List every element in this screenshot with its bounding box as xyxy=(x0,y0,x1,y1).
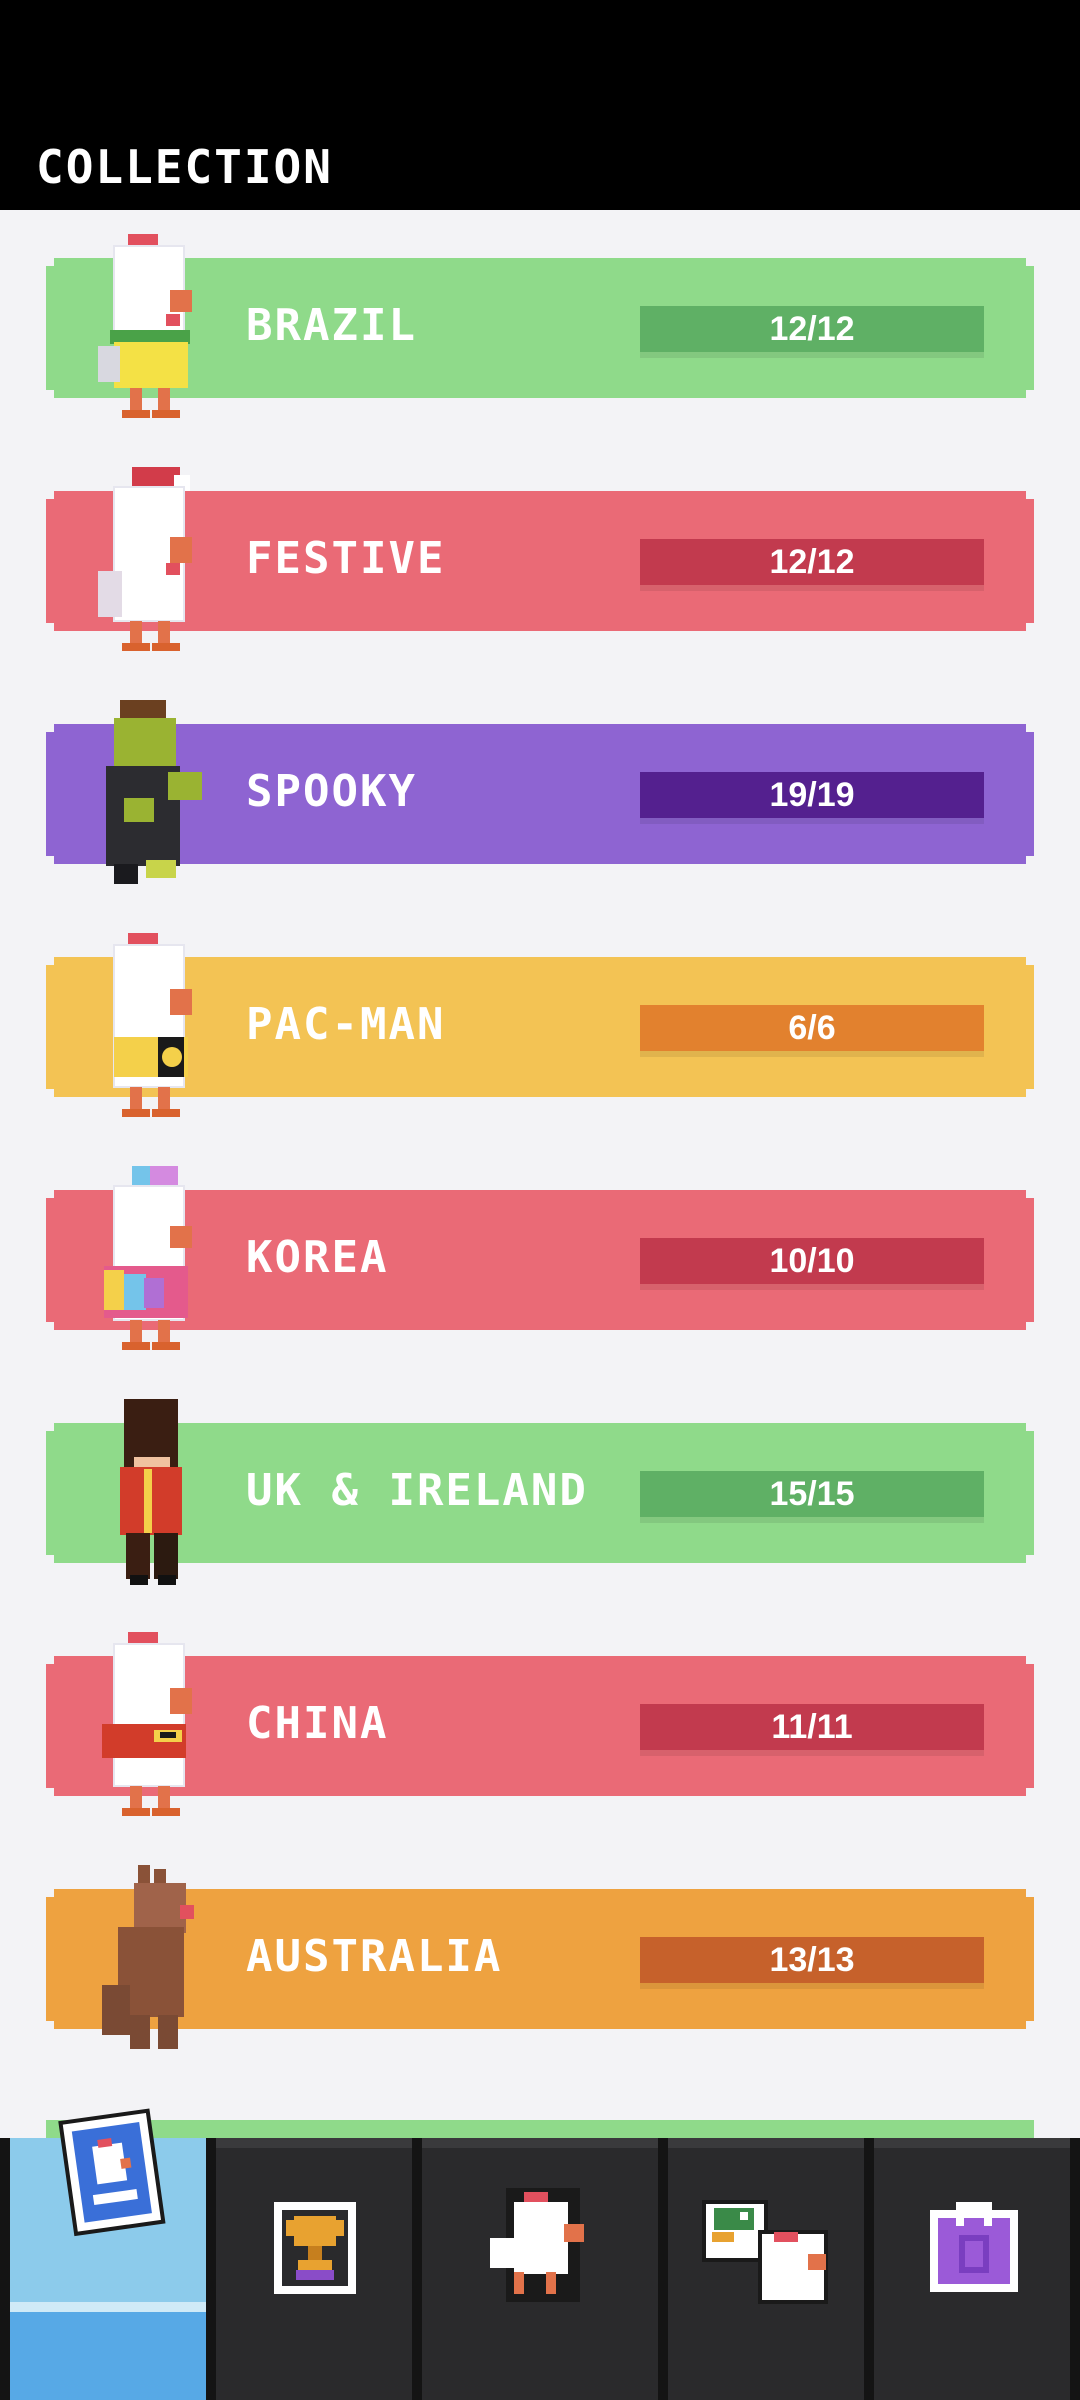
collection-progress-bar: 15/15 xyxy=(640,1471,984,1523)
tab-trophies[interactable] xyxy=(216,2138,412,2400)
tab-shop[interactable] xyxy=(874,2138,1070,2400)
collection-row-brazil[interactable]: BRAZIL 12/12 xyxy=(46,234,1034,418)
page-title: COLLECTION xyxy=(36,140,333,194)
shopping-bag-icon xyxy=(930,2202,1018,2292)
tab-friends[interactable] xyxy=(668,2138,864,2400)
collection-name: FESTIVE xyxy=(246,533,446,584)
duck-and-chicken-icon xyxy=(702,2200,828,2304)
zombie-spooky-icon xyxy=(106,700,202,884)
collection-card-icon xyxy=(58,2108,166,2237)
chicken-korea-icon xyxy=(104,1166,192,1350)
collection-row-festive[interactable]: FESTIVE 12/12 xyxy=(46,467,1034,651)
collection-name: SPOOKY xyxy=(246,766,417,817)
kangaroo-australia-icon xyxy=(102,1865,194,2049)
tab-collection[interactable] xyxy=(10,2108,206,2400)
tab-characters[interactable] xyxy=(422,2138,658,2400)
chicken-icon xyxy=(490,2188,584,2302)
collection-name: BRAZIL xyxy=(246,300,417,351)
collection-progress-bar: 13/13 xyxy=(640,1937,984,1989)
collection-progress-bar: 10/10 xyxy=(640,1238,984,1290)
collection-row-china[interactable]: CHINA 11/11 xyxy=(46,1632,1034,1816)
collection-progress-bar: 12/12 xyxy=(640,539,984,591)
header-bar: COLLECTION xyxy=(0,0,1080,210)
collection-name: KOREA xyxy=(246,1232,389,1283)
collection-progress-bar: 11/11 xyxy=(640,1704,984,1756)
collection-name: PAC-MAN xyxy=(246,999,446,1050)
bottom-navigation xyxy=(0,2108,1080,2400)
collection-row-korea[interactable]: KOREA 10/10 xyxy=(46,1166,1034,1350)
chicken-brazil-icon xyxy=(98,234,192,418)
collection-row-partial[interactable] xyxy=(46,2120,1034,2138)
collection-row-pac-man[interactable]: PAC-MAN 6/6 xyxy=(46,933,1034,1117)
royal-guard-uk-icon xyxy=(120,1399,182,1585)
collection-name: UK & IRELAND xyxy=(246,1465,588,1516)
collection-name: AUSTRALIA xyxy=(246,1931,503,1982)
collection-name: CHINA xyxy=(246,1698,389,1749)
collection-progress-bar: 12/12 xyxy=(640,306,984,358)
collection-row-uk-ireland[interactable]: UK & IRELAND 15/15 xyxy=(46,1399,1034,1585)
collection-row-australia[interactable]: AUSTRALIA 13/13 xyxy=(46,1865,1034,2049)
trophy-icon xyxy=(274,2202,356,2294)
chicken-pacman-icon xyxy=(113,933,192,1117)
collection-row-spooky[interactable]: SPOOKY 19/19 xyxy=(46,700,1034,884)
chicken-festive-icon xyxy=(98,467,192,651)
collection-progress-bar: 19/19 xyxy=(640,772,984,824)
chicken-china-icon xyxy=(102,1632,192,1816)
collection-progress-bar: 6/6 xyxy=(640,1005,984,1057)
collection-list[interactable]: BRAZIL 12/12 FESTIVE 12/12 SPOOKY 19/19 … xyxy=(0,210,1080,2138)
